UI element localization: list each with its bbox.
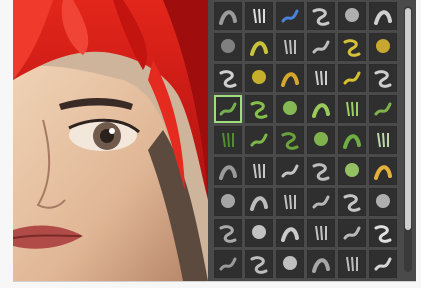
brush-preset-tile[interactable]	[307, 188, 335, 216]
portrait-painting	[13, 0, 208, 281]
brush-preset-tile[interactable]	[276, 126, 304, 154]
brush-preset-tile[interactable]	[245, 64, 273, 92]
canvas-artwork[interactable]	[13, 0, 208, 281]
brush-preset-tile[interactable]	[369, 219, 397, 247]
brush-preset-tile[interactable]	[245, 219, 273, 247]
brush-preset-tile[interactable]	[307, 64, 335, 92]
brush-preset-tile[interactable]	[245, 250, 273, 278]
brush-preset-tile[interactable]	[307, 95, 335, 123]
brush-preset-tile[interactable]	[276, 33, 304, 61]
brush-preset-tile[interactable]	[276, 157, 304, 185]
brush-preset-tile[interactable]	[369, 157, 397, 185]
brush-preset-tile[interactable]	[338, 250, 366, 278]
app-window	[13, 0, 416, 282]
brush-preset-tile[interactable]	[369, 250, 397, 278]
brush-preset-tile[interactable]	[245, 95, 273, 123]
brush-preset-tile[interactable]	[338, 2, 366, 30]
brush-preset-tile[interactable]	[369, 33, 397, 61]
brush-preset-tile[interactable]	[245, 188, 273, 216]
brush-preset-tile[interactable]	[307, 126, 335, 154]
brush-preset-tile[interactable]	[276, 250, 304, 278]
brush-preset-grid	[212, 0, 400, 281]
brush-preset-tile[interactable]	[338, 126, 366, 154]
brush-preset-tile[interactable]	[338, 95, 366, 123]
panel-scrollbar[interactable]	[404, 6, 412, 272]
brush-preset-tile[interactable]	[276, 188, 304, 216]
brush-preset-tile[interactable]	[338, 219, 366, 247]
brush-preset-tile[interactable]	[369, 188, 397, 216]
brush-preset-tile[interactable]	[245, 2, 273, 30]
scrollbar-thumb[interactable]	[405, 8, 411, 230]
brush-preset-tile[interactable]	[214, 250, 242, 278]
brush-preset-tile[interactable]	[276, 219, 304, 247]
brush-preset-tile[interactable]	[276, 2, 304, 30]
brush-preset-tile[interactable]	[214, 95, 242, 123]
brush-preset-tile[interactable]	[369, 64, 397, 92]
brush-preset-tile[interactable]	[214, 219, 242, 247]
brush-preset-tile[interactable]	[307, 219, 335, 247]
brush-preset-tile[interactable]	[338, 157, 366, 185]
brush-preset-tile[interactable]	[307, 2, 335, 30]
brush-preset-tile[interactable]	[214, 157, 242, 185]
brush-presets-panel	[208, 0, 416, 281]
brush-preset-tile[interactable]	[245, 157, 273, 185]
brush-preset-tile[interactable]	[245, 33, 273, 61]
brush-preset-tile[interactable]	[369, 2, 397, 30]
brush-preset-tile[interactable]	[338, 64, 366, 92]
brush-preset-tile[interactable]	[307, 250, 335, 278]
brush-preset-tile[interactable]	[369, 126, 397, 154]
brush-preset-tile[interactable]	[214, 126, 242, 154]
brush-preset-tile[interactable]	[307, 33, 335, 61]
brush-preset-tile[interactable]	[214, 2, 242, 30]
brush-preset-tile[interactable]	[369, 95, 397, 123]
brush-preset-tile[interactable]	[276, 64, 304, 92]
brush-preset-tile[interactable]	[338, 33, 366, 61]
brush-preset-tile[interactable]	[276, 95, 304, 123]
brush-preset-tile[interactable]	[214, 188, 242, 216]
brush-preset-tile[interactable]	[214, 64, 242, 92]
brush-preset-tile[interactable]	[214, 33, 242, 61]
brush-preset-tile[interactable]	[307, 157, 335, 185]
brush-preset-tile[interactable]	[245, 126, 273, 154]
brush-preset-tile[interactable]	[338, 188, 366, 216]
